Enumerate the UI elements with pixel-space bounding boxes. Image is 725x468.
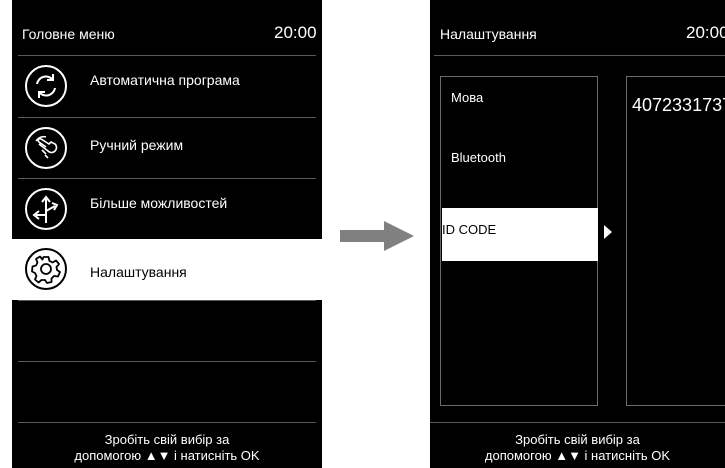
header-divider — [434, 55, 725, 56]
arrow-right-icon — [340, 221, 414, 251]
menu-item-label: Більше можливостей — [90, 195, 228, 211]
settings-title: Налаштування — [440, 26, 537, 42]
instruction-text: Зробіть свій вибір за допомогою ▲▼ і нат… — [430, 432, 725, 464]
menu-item-label: Налаштування — [90, 264, 187, 280]
footer-divider — [18, 422, 316, 423]
option-id-code[interactable]: ID CODE — [442, 208, 598, 261]
instruction-line-1: Зробіть свій вибір за — [104, 432, 230, 447]
menu-item-more-options[interactable]: Більше можливостей — [12, 179, 322, 240]
menu-item-manual-mode[interactable]: Ручний режим — [12, 118, 322, 179]
main-menu-clock: 20:00 — [274, 23, 317, 42]
option-bluetooth[interactable]: Bluetooth — [451, 150, 607, 165]
instruction-line-1: Зробіть свій вибір за — [515, 432, 640, 447]
instruction-text: Зробіть свій вибір за допомогою ▲▼ і нат… — [12, 432, 322, 464]
settings-clock: 20:00 — [686, 23, 725, 42]
id-code-value: 4072331737 — [632, 95, 725, 115]
menu-item-auto-program[interactable]: Автоматична програма — [12, 56, 322, 117]
auto-program-icon — [25, 65, 67, 107]
main-menu-title: Головне меню — [22, 26, 115, 42]
menu-divider — [18, 361, 316, 362]
menu-item-label: Автоматична програма — [90, 72, 240, 88]
menu-item-label: Ручний режим — [90, 137, 184, 153]
manual-mode-icon — [25, 127, 67, 169]
option-language[interactable]: Мова — [451, 90, 607, 105]
main-menu-screen: Головне меню 20:00 Автоматична програма … — [12, 0, 322, 468]
more-options-icon — [25, 188, 67, 230]
menu-divider — [18, 300, 316, 301]
menu-item-settings[interactable]: Налаштування — [12, 239, 322, 300]
settings-gear-icon — [25, 248, 67, 290]
settings-screen: Налаштування 20:00 Мова Bluetooth ID COD… — [430, 0, 725, 468]
settings-value-panel: 4072331737 — [626, 76, 725, 406]
selection-pointer-icon — [604, 225, 612, 239]
footer-divider — [430, 422, 725, 423]
instruction-line-2: допомогою ▲▼ і натисніть OK — [74, 448, 260, 463]
instruction-line-2: допомогою ▲▼ і натисніть OK — [484, 448, 671, 463]
option-label: ID CODE — [442, 222, 497, 237]
